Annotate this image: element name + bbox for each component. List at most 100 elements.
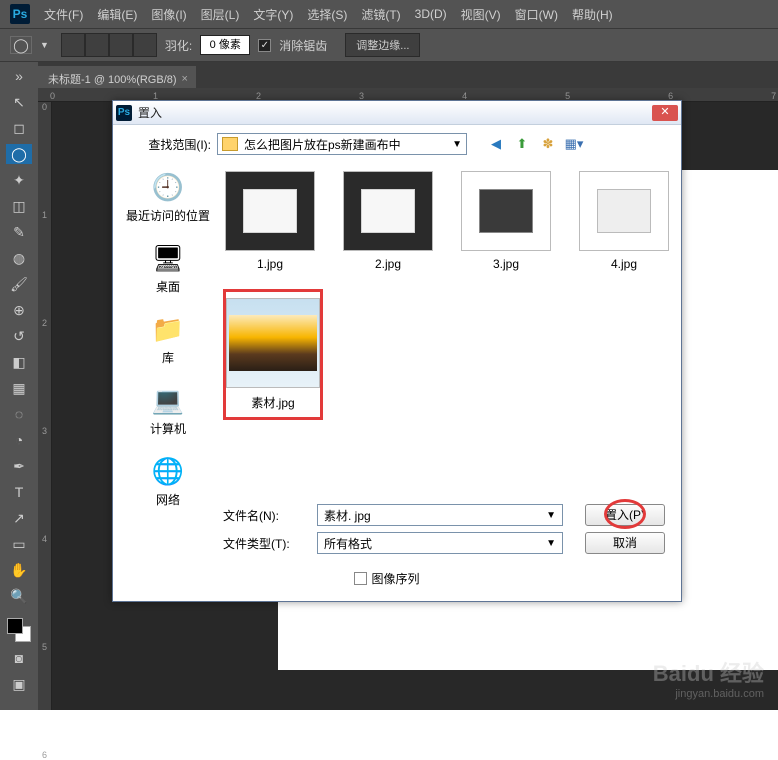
- menubar: Ps 文件(F) 编辑(E) 图像(I) 图层(L) 文字(Y) 选择(S) 滤…: [0, 0, 778, 28]
- mode-add[interactable]: [85, 33, 109, 57]
- sidebar-item-network[interactable]: 🌐 网络: [150, 455, 186, 508]
- lookin-label: 查找范围(I):: [125, 136, 211, 153]
- sidebar-item-recent[interactable]: 🕘 最近访问的位置: [126, 171, 210, 224]
- history-brush-tool[interactable]: ↺: [6, 326, 32, 346]
- refine-edge-button[interactable]: 调整边缘...: [345, 33, 420, 57]
- libraries-icon: 📁: [150, 313, 186, 345]
- path-tool[interactable]: ↗: [6, 508, 32, 528]
- ruler-tick: 0: [50, 91, 55, 101]
- feather-label: 羽化:: [165, 37, 192, 54]
- file-name: 素材.jpg: [251, 394, 294, 411]
- mode-subtract[interactable]: [109, 33, 133, 57]
- feather-input[interactable]: 0 像素: [200, 35, 250, 55]
- image-sequence-label: 图像序列: [371, 570, 419, 587]
- move-tool[interactable]: ↖: [6, 92, 32, 112]
- app-logo: Ps: [10, 4, 30, 24]
- chevron-down-icon[interactable]: ▼: [546, 538, 556, 549]
- file-thumb[interactable]: 4.jpg: [577, 171, 671, 271]
- wand-tool[interactable]: ✦: [6, 170, 32, 190]
- chevron-down-icon[interactable]: ▼: [546, 510, 556, 521]
- menu-window[interactable]: 窗口(W): [515, 6, 558, 23]
- menu-image[interactable]: 图像(I): [151, 6, 186, 23]
- file-thumb-selected[interactable]: 素材.jpg: [223, 289, 323, 420]
- sidebar-item-libraries[interactable]: 📁 库: [150, 313, 186, 366]
- filename-label: 文件名(N):: [223, 507, 309, 524]
- eyedropper-tool[interactable]: ✎: [6, 222, 32, 242]
- blur-tool[interactable]: ◌: [6, 404, 32, 424]
- place-button-label: 置入(P): [605, 508, 645, 522]
- view-button[interactable]: ▦▾: [565, 135, 583, 153]
- menu-filter[interactable]: 滤镜(T): [361, 6, 400, 23]
- shape-tool[interactable]: ▭: [6, 534, 32, 554]
- quickmask-tool[interactable]: ◙: [6, 648, 32, 668]
- file-thumb[interactable]: 2.jpg: [341, 171, 435, 271]
- thumb-image: [343, 171, 433, 251]
- mode-new[interactable]: [61, 33, 85, 57]
- file-name: 3.jpg: [493, 257, 519, 271]
- file-thumb[interactable]: 3.jpg: [459, 171, 553, 271]
- menu-type[interactable]: 文字(Y): [253, 6, 293, 23]
- dialog-close-button[interactable]: ✕: [652, 105, 678, 121]
- chevron-down-icon[interactable]: ▼: [452, 139, 462, 150]
- ruler-vertical: 0 1 2 3 4 5 6: [38, 102, 52, 710]
- pen-tool[interactable]: ✒: [6, 456, 32, 476]
- sidebar-item-label: 计算机: [150, 420, 186, 437]
- screenmode-tool[interactable]: ▣: [6, 674, 32, 694]
- menu-file[interactable]: 文件(F): [44, 6, 83, 23]
- dialog-title: 置入: [138, 104, 652, 121]
- watermark-sub: jingyan.baidu.com: [653, 688, 764, 700]
- filename-combo[interactable]: 素材. jpg ▼: [317, 504, 563, 526]
- computer-icon: 💻: [150, 384, 186, 416]
- thumb-image: [226, 298, 320, 388]
- file-thumb[interactable]: 1.jpg: [223, 171, 317, 271]
- menu-3d[interactable]: 3D(D): [415, 7, 447, 21]
- cancel-button[interactable]: 取消: [585, 532, 665, 554]
- tool-preset-dropdown[interactable]: ▼: [40, 40, 49, 50]
- dodge-tool[interactable]: ◔: [6, 430, 32, 450]
- mode-intersect[interactable]: [133, 33, 157, 57]
- menu-edit[interactable]: 编辑(E): [97, 6, 137, 23]
- menu-layer[interactable]: 图层(L): [201, 6, 240, 23]
- sidebar-item-label: 桌面: [156, 278, 180, 295]
- antialias-checkbox[interactable]: ✓: [258, 39, 271, 52]
- dialog-titlebar[interactable]: Ps 置入 ✕: [113, 101, 681, 125]
- recent-icon: 🕘: [150, 171, 186, 203]
- eraser-tool[interactable]: ◧: [6, 352, 32, 372]
- lookin-combo[interactable]: 怎么把图片放在ps新建画布中 ▼: [217, 133, 467, 155]
- newfolder-button[interactable]: ✽: [539, 135, 557, 153]
- menu-view[interactable]: 视图(V): [461, 6, 501, 23]
- marquee-tool[interactable]: ◻: [6, 118, 32, 138]
- zoom-tool[interactable]: 🔍: [6, 586, 32, 606]
- back-button[interactable]: ◀: [487, 135, 505, 153]
- sidebar-item-desktop[interactable]: 🖥 桌面: [150, 242, 186, 295]
- thumb-image: [225, 171, 315, 251]
- crop-tool[interactable]: ◫: [6, 196, 32, 216]
- place-button[interactable]: 置入(P): [585, 504, 665, 526]
- heal-tool[interactable]: ◍: [6, 248, 32, 268]
- sidebar-item-label: 库: [162, 349, 174, 366]
- color-swatches[interactable]: [7, 618, 31, 642]
- stamp-tool[interactable]: ⊕: [6, 300, 32, 320]
- hand-tool[interactable]: ✋: [6, 560, 32, 580]
- filename-value: 素材. jpg: [324, 507, 371, 524]
- gradient-tool[interactable]: ▦: [6, 378, 32, 398]
- sidebar-item-computer[interactable]: 💻 计算机: [150, 384, 186, 437]
- tabs-icon[interactable]: »: [6, 66, 32, 86]
- up-button[interactable]: ⬆: [513, 135, 531, 153]
- brush-tool[interactable]: 🖌: [6, 274, 32, 294]
- ruler-tick: 5: [42, 642, 47, 652]
- watermark-main: Baidu 经验: [653, 656, 764, 688]
- lasso-tool-icon[interactable]: ◯: [10, 36, 32, 54]
- tab-close-icon[interactable]: ×: [182, 73, 188, 85]
- image-sequence-checkbox[interactable]: [354, 572, 367, 585]
- document-tab[interactable]: 未标题-1 @ 100%(RGB/8) ×: [38, 66, 196, 88]
- menu-select[interactable]: 选择(S): [307, 6, 347, 23]
- fg-color[interactable]: [7, 618, 23, 634]
- lasso-tool[interactable]: ◯: [6, 144, 32, 164]
- selection-mode-buttons[interactable]: [61, 33, 157, 57]
- file-name: 4.jpg: [611, 257, 637, 271]
- filetype-combo[interactable]: 所有格式 ▼: [317, 532, 563, 554]
- menu-help[interactable]: 帮助(H): [572, 6, 613, 23]
- ruler-tick: 4: [42, 534, 47, 544]
- type-tool[interactable]: T: [6, 482, 32, 502]
